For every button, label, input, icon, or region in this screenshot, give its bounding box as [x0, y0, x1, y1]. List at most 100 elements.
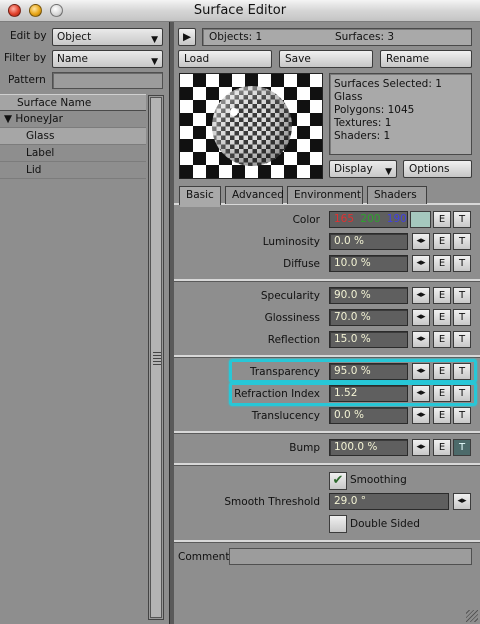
luminosity-input[interactable]: 0.0 % [329, 233, 408, 250]
textures-text: Textures: 1 [334, 117, 392, 129]
load-button[interactable]: Load [178, 50, 272, 68]
filter-by-value: Name [57, 53, 88, 65]
bump-input[interactable]: 100.0 % [329, 439, 408, 456]
color-b-value: 190 [386, 213, 407, 225]
window-title: Surface Editor [193, 3, 287, 18]
grip-line [153, 355, 161, 356]
filter-by-label: Filter by [4, 52, 47, 64]
edit-by-label: Edit by [10, 30, 47, 42]
preview-sphere [212, 86, 292, 166]
reflection-slider-button[interactable]: ◂▸ [412, 331, 430, 348]
diffuse-slider-button[interactable]: ◂▸ [412, 255, 430, 272]
tab-basic[interactable]: Basic [179, 186, 221, 207]
chevron-down-icon: ▼ [385, 167, 392, 177]
edit-by-select[interactable]: Object ▼ [52, 28, 163, 46]
bump-texture-button[interactable]: T [453, 439, 471, 456]
glossiness-texture-button[interactable]: T [453, 309, 471, 326]
chevron-down-icon: ▼ [151, 57, 158, 67]
specularity-slider-button[interactable]: ◂▸ [412, 287, 430, 304]
chevron-down-icon: ▼ [151, 35, 158, 45]
reflection-envelope-button[interactable]: E [433, 331, 451, 348]
polygons-text: Polygons: 1045 [334, 104, 415, 116]
smoothing-checkbox[interactable]: ✔ [329, 472, 347, 490]
options-button[interactable]: Options [403, 160, 472, 178]
tree-group-honeyjar[interactable]: ▼ HoneyJar [0, 111, 146, 128]
glossiness-label: Glossiness [264, 312, 320, 324]
surface-item-label[interactable]: Label [0, 145, 146, 162]
smoothing-label: Smoothing [350, 474, 407, 486]
smooth-threshold-input[interactable]: 29.0 ° [329, 493, 449, 510]
section-divider [174, 431, 480, 434]
surface-item-glass[interactable]: Glass [0, 128, 146, 145]
surfaces-selected-text: Surfaces Selected: 1 [334, 78, 442, 90]
luminosity-texture-button[interactable]: T [453, 233, 471, 250]
bump-label: Bump [289, 442, 320, 454]
diffuse-label: Diffuse [283, 258, 320, 270]
tab-shaders[interactable]: Shaders [367, 186, 427, 204]
display-select[interactable]: Display ▼ [329, 160, 397, 178]
specularity-input[interactable]: 90.0 % [329, 287, 408, 304]
surfaces-count: Surfaces: 3 [335, 31, 395, 43]
smooth-threshold-label: Smooth Threshold [224, 496, 320, 508]
glossiness-input[interactable]: 70.0 % [329, 309, 408, 326]
reflection-texture-button[interactable]: T [453, 331, 471, 348]
surface-name-column-header[interactable]: Surface Name [0, 94, 146, 111]
section-divider [174, 463, 480, 466]
specularity-label: Specularity [260, 290, 320, 302]
color-swatch[interactable] [410, 211, 431, 228]
double-sided-checkbox[interactable] [329, 515, 347, 533]
translucency-input[interactable]: 0.0 % [329, 407, 408, 424]
transparency-highlight-box [229, 359, 477, 383]
grip-line [153, 361, 161, 362]
resize-grip-icon[interactable] [466, 610, 478, 622]
specularity-texture-button[interactable]: T [453, 287, 471, 304]
scrollbar-thumb[interactable] [150, 97, 162, 618]
save-button[interactable]: Save [279, 50, 373, 68]
reflection-label: Reflection [267, 334, 320, 346]
translucency-label: Translucency [251, 410, 320, 422]
smooth-threshold-slider-button[interactable]: ◂▸ [453, 493, 471, 510]
reflection-input[interactable]: 15.0 % [329, 331, 408, 348]
filter-by-select[interactable]: Name ▼ [52, 50, 163, 68]
play-button[interactable]: ▶ [178, 28, 196, 46]
color-r-value: 165 [334, 213, 355, 225]
luminosity-envelope-button[interactable]: E [433, 233, 451, 250]
section-divider [174, 540, 480, 543]
objects-surfaces-info: Objects: 1 Surfaces: 3 [202, 28, 472, 46]
glossiness-envelope-button[interactable]: E [433, 309, 451, 326]
shaders-text: Shaders: 1 [334, 130, 391, 142]
translucency-texture-button[interactable]: T [453, 407, 471, 424]
surface-name-text: Glass [334, 91, 363, 103]
color-envelope-button[interactable]: E [433, 211, 451, 228]
translucency-slider-button[interactable]: ◂▸ [412, 407, 430, 424]
translucency-envelope-button[interactable]: E [433, 407, 451, 424]
color-value-field[interactable]: 165 200 190 [329, 211, 408, 228]
refraction-highlight-box [229, 382, 477, 406]
edit-by-value: Object [57, 31, 92, 43]
display-label: Display [334, 163, 373, 175]
luminosity-slider-button[interactable]: ◂▸ [412, 233, 430, 250]
glossiness-slider-button[interactable]: ◂▸ [412, 309, 430, 326]
color-texture-button[interactable]: T [453, 211, 471, 228]
diffuse-envelope-button[interactable]: E [433, 255, 451, 272]
tree-group-label: HoneyJar [15, 113, 63, 125]
specular-highlight [230, 108, 238, 116]
surface-preview[interactable] [179, 73, 323, 179]
grip-line [153, 364, 161, 365]
surface-item-lid[interactable]: Lid [0, 162, 146, 179]
double-sided-label: Double Sided [350, 518, 420, 530]
disclosure-triangle-icon[interactable]: ▼ [4, 113, 12, 125]
diffuse-input[interactable]: 10.0 % [329, 255, 408, 272]
checkmark-icon: ✔ [332, 473, 344, 488]
diffuse-texture-button[interactable]: T [453, 255, 471, 272]
title-bar[interactable]: Surface Editor [0, 0, 480, 22]
rename-button[interactable]: Rename [380, 50, 472, 68]
tab-environment[interactable]: Environment [287, 186, 363, 204]
bump-slider-button[interactable]: ◂▸ [412, 439, 430, 456]
tab-advanced[interactable]: Advanced [225, 186, 284, 204]
pattern-input[interactable] [52, 72, 163, 89]
specularity-envelope-button[interactable]: E [433, 287, 451, 304]
comment-input[interactable] [229, 548, 472, 565]
bump-envelope-button[interactable]: E [433, 439, 451, 456]
surface-list-scrollbar[interactable] [148, 95, 164, 620]
